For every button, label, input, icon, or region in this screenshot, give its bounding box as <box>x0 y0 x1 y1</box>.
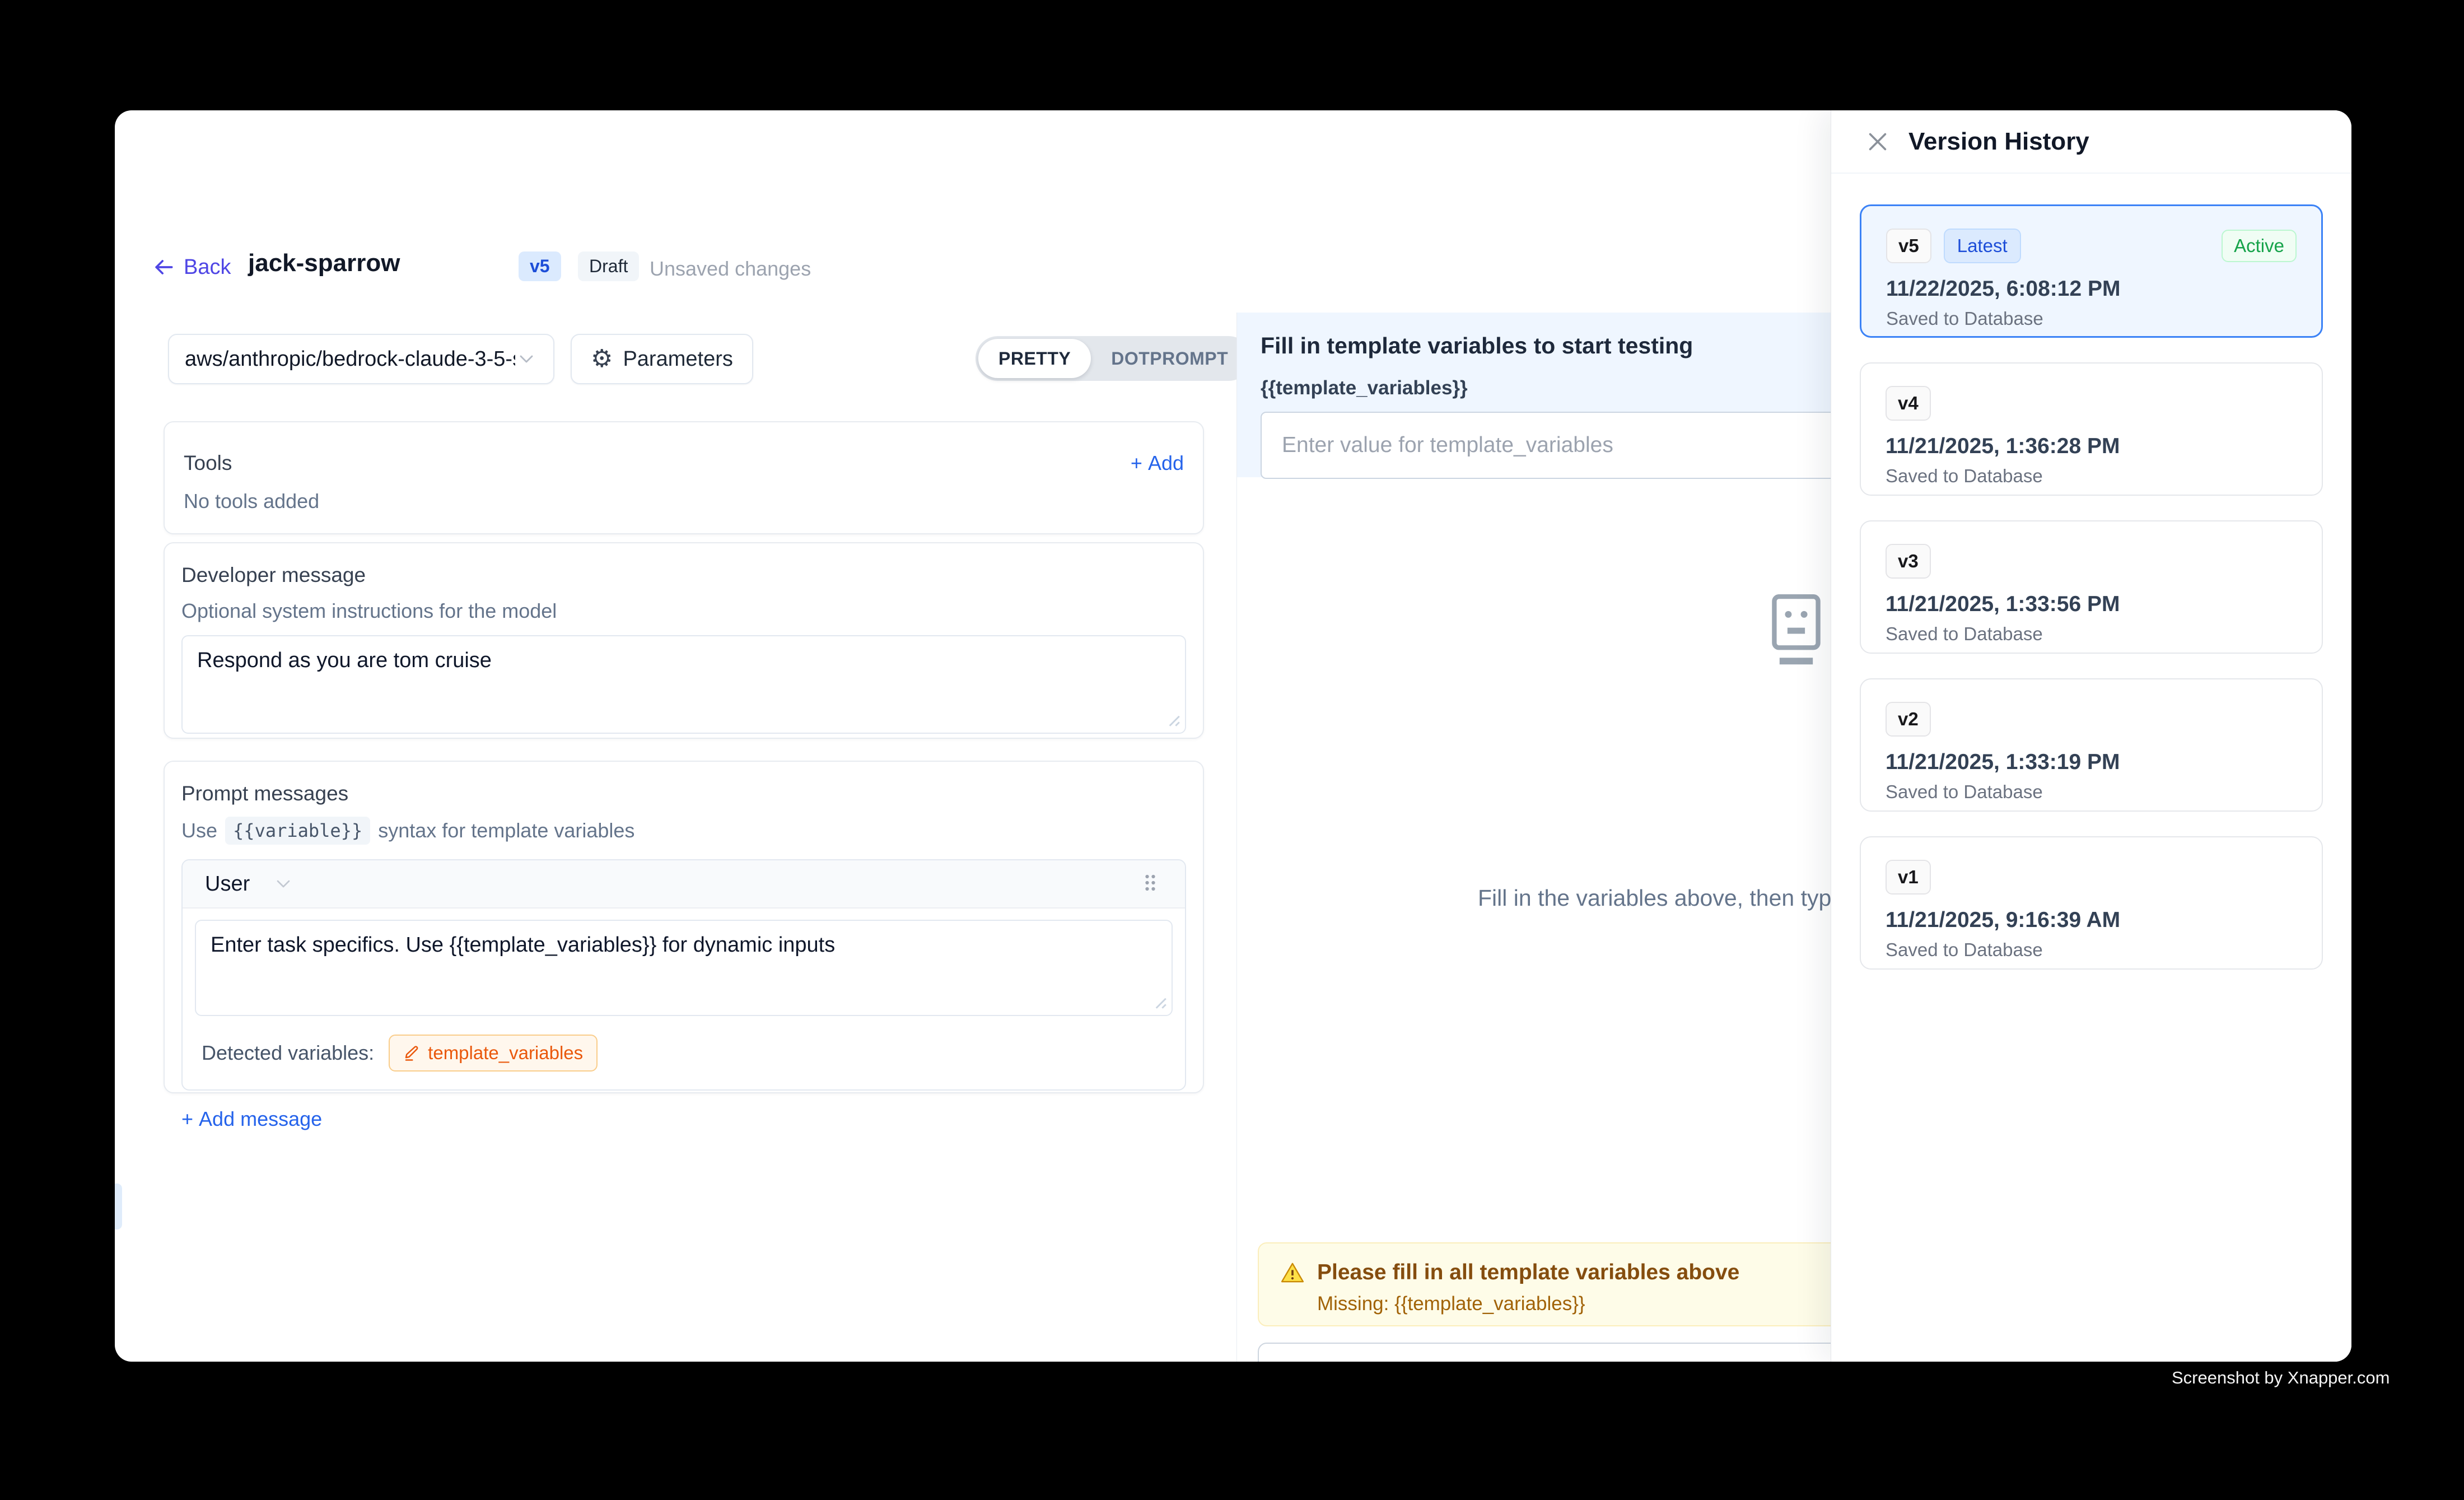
version-card-v2[interactable]: v2 11/21/2025, 1:33:19 PM Saved to Datab… <box>1860 678 2323 812</box>
gear-icon: ⚙ <box>591 347 613 371</box>
prompt-messages-label: Prompt messages <box>181 782 1186 805</box>
format-toggle: PRETTY DOTPROMPT <box>976 336 1251 381</box>
chevron-down-icon <box>272 873 295 895</box>
developer-message-card: Developer message Optional system instru… <box>164 542 1204 739</box>
version-timestamp: 11/21/2025, 1:33:19 PM <box>1886 750 2297 775</box>
plus-icon: + <box>181 1107 193 1131</box>
toggle-option-pretty[interactable]: PRETTY <box>978 339 1091 378</box>
back-label: Back <box>184 255 231 279</box>
version-saved-text: Saved to Database <box>1886 939 2297 961</box>
parameters-button[interactable]: ⚙ Parameters <box>571 334 753 384</box>
xnapper-watermark: Screenshot by Xnapper.com <box>2172 1368 2390 1388</box>
plus-icon: + <box>1131 451 1142 475</box>
arrow-left-icon <box>151 255 176 279</box>
empty-state-text: Fill in the variables above, then typ <box>1478 885 1831 911</box>
close-icon[interactable] <box>1865 129 1891 155</box>
version-saved-text: Saved to Database <box>1886 781 2297 803</box>
detected-variables-label: Detected variables: <box>202 1041 374 1065</box>
chevron-down-icon <box>515 348 538 370</box>
model-select-value: aws/anthropic/bedrock-claude-3-5-s... <box>185 347 515 371</box>
version-card-v5[interactable]: v5 Latest Active 11/22/2025, 6:08:12 PM … <box>1860 204 2323 338</box>
version-list: v5 Latest Active 11/22/2025, 6:08:12 PM … <box>1831 174 2351 1000</box>
version-number-badge: v3 <box>1886 544 1931 579</box>
add-message-button[interactable]: + Add message <box>181 1107 1186 1131</box>
page-title: jack-sparrow <box>248 249 400 277</box>
tools-empty-text: No tools added <box>184 490 1184 513</box>
tools-label: Tools <box>184 451 232 475</box>
latest-badge: Latest <box>1944 229 2021 263</box>
prompt-messages-card: Prompt messages Use {{variable}} syntax … <box>164 761 1204 1093</box>
template-variable-chip[interactable]: template_variables <box>389 1035 598 1072</box>
toggle-option-dotprompt[interactable]: DOTPROMPT <box>1091 339 1248 378</box>
model-select[interactable]: aws/anthropic/bedrock-claude-3-5-s... <box>168 334 554 384</box>
unsaved-changes-text: Unsaved changes <box>650 257 811 281</box>
version-saved-text: Saved to Database <box>1886 623 2297 645</box>
developer-message-subtitle: Optional system instructions for the mod… <box>181 599 1186 623</box>
role-select[interactable]: User <box>205 872 250 896</box>
version-card-v4[interactable]: v4 11/21/2025, 1:36:28 PM Saved to Datab… <box>1860 362 2323 496</box>
version-saved-text: Saved to Database <box>1886 308 2297 329</box>
version-badge: v5 <box>519 251 561 281</box>
bot-icon <box>1761 591 1831 672</box>
version-timestamp: 11/21/2025, 9:16:39 AM <box>1886 908 2297 933</box>
version-timestamp: 11/22/2025, 6:08:12 PM <box>1886 277 2297 301</box>
user-message-input[interactable]: Enter task specifics. Use {{template_var… <box>195 920 1173 1016</box>
version-history-panel: Version History v5 Latest Active 11/22/2… <box>1831 110 2351 1362</box>
variable-syntax-chip: {{variable}} <box>225 817 370 845</box>
version-number-badge: v2 <box>1886 702 1931 737</box>
warning-title: Please fill in all template variables ab… <box>1317 1260 1739 1285</box>
active-status-badge: Active <box>2222 230 2297 262</box>
version-number-badge: v1 <box>1886 860 1931 895</box>
version-card-v3[interactable]: v3 11/21/2025, 1:33:56 PM Saved to Datab… <box>1860 520 2323 654</box>
message-role-row: User <box>183 860 1185 909</box>
detected-variables-row: Detected variables: template_variables <box>195 1035 1173 1076</box>
version-number-badge: v5 <box>1886 229 1931 263</box>
back-button[interactable]: Back <box>151 255 231 279</box>
version-timestamp: 11/21/2025, 1:36:28 PM <box>1886 434 2297 459</box>
version-number-badge: v4 <box>1886 386 1931 421</box>
tools-card: Tools + Add No tools added <box>164 421 1204 534</box>
version-timestamp: 11/21/2025, 1:33:56 PM <box>1886 592 2297 617</box>
app-window: Back jack-sparrow v5 Draft Unsaved chang… <box>115 110 2351 1362</box>
message-block: User <box>181 859 1186 1091</box>
prompt-messages-hint: Use {{variable}} syntax for template var… <box>181 817 1186 845</box>
draft-badge: Draft <box>578 251 639 281</box>
version-card-v1[interactable]: v1 11/21/2025, 9:16:39 AM Saved to Datab… <box>1860 836 2323 970</box>
developer-message-label: Developer message <box>181 563 1186 587</box>
parameters-label: Parameters <box>623 347 732 371</box>
drag-handle-icon[interactable] <box>1138 870 1163 898</box>
version-history-title: Version History <box>1908 128 2089 156</box>
add-tool-button[interactable]: + Add <box>1131 451 1184 475</box>
developer-message-input[interactable]: Respond as you are tom cruise <box>181 635 1186 734</box>
warning-triangle-icon <box>1280 1260 1305 1285</box>
scroll-indicator[interactable] <box>115 1184 122 1229</box>
version-saved-text: Saved to Database <box>1886 465 2297 487</box>
pencil-icon <box>403 1045 420 1061</box>
